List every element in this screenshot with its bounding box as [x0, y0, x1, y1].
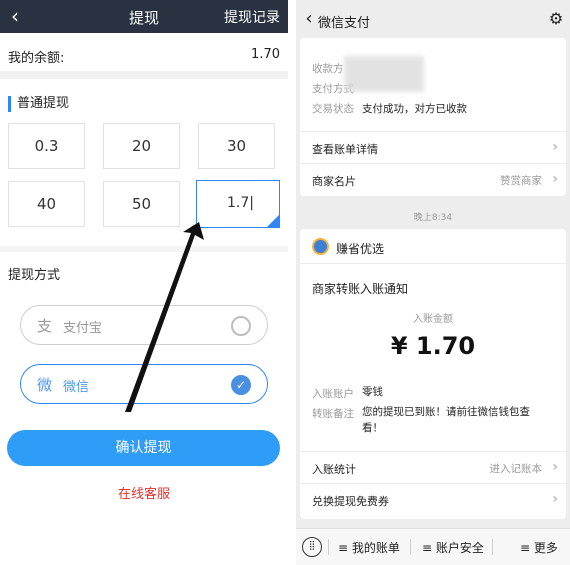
amount-option[interactable]: 40 — [8, 181, 85, 227]
remark-value-line1: 您的提现已到账！请前往微信钱包查 — [362, 406, 530, 418]
exchange-coupon-label: 兑换提现免费券 — [312, 495, 389, 508]
withdraw-records-link[interactable]: 提现记录 — [224, 7, 280, 27]
alipay-option[interactable]: 支 支付宝 — [20, 305, 268, 345]
notice-title: 商家转账入账通知 — [312, 282, 409, 296]
chevron-right-icon: › — [552, 459, 558, 475]
merchant-card-row[interactable]: 商家名片 赞赏商家 › — [300, 163, 566, 195]
transaction-status-label: 交易状态 — [312, 103, 354, 115]
payment-detail-card: 收款方 支付方式 交易状态 支付成功，对方已收款 查看账单详情 › 商家名片 赞… — [300, 38, 566, 196]
top-bar: ‹ 微信支付 ⚙ — [296, 0, 570, 38]
page-title: 微信支付 — [318, 16, 371, 31]
wechat-pay-screen: ‹ 微信支付 ⚙ 收款方 支付方式 交易状态 支付成功，对方已收款 查看账单详情… — [296, 0, 570, 565]
radio-unchecked[interactable] — [231, 316, 251, 336]
menu-more[interactable]: ≡ 更多 — [520, 539, 558, 556]
bill-detail-label: 查看账单详情 — [312, 143, 378, 156]
gear-icon[interactable]: ⚙ — [545, 8, 567, 30]
amount-option[interactable]: 0.3 — [8, 123, 85, 169]
brand-logo-icon — [312, 238, 329, 255]
checkmark-icon[interactable]: ✓ — [231, 375, 251, 395]
selected-corner-mark — [267, 215, 279, 227]
remark-value-line2: 看！ — [362, 422, 383, 434]
divider — [300, 263, 566, 264]
transfer-notice-card: 赚省优选 商家转账入账通知 入账金额 ¥ 1.70 入账账户 零钱 转账备注 您… — [300, 229, 566, 519]
amount-option[interactable]: 20 — [103, 123, 180, 169]
wechat-label: 微信 — [63, 380, 90, 395]
exchange-coupon-row[interactable]: 兑换提现免费券 › — [300, 483, 566, 515]
merchant-card-label: 商家名片 — [312, 175, 356, 188]
panel-separator — [288, 0, 296, 565]
keyboard-icon[interactable]: ⣿ — [302, 537, 322, 557]
payee-label: 收款方 — [312, 63, 344, 75]
section-title-normal: 普通提现 — [8, 96, 69, 112]
chevron-right-icon: › — [552, 491, 558, 507]
wechat-icon: 微 — [37, 376, 53, 394]
amount-label: 入账金额 — [413, 314, 453, 325]
separator — [492, 539, 493, 555]
amount-value: ¥ 1.70 — [390, 332, 476, 360]
account-value: 零钱 — [362, 386, 383, 398]
withdraw-screen: ‹ 提现 提现记录 我的余额: 1.70 普通提现 0.3 20 30 40 5… — [0, 0, 288, 565]
brand-name: 赚省优选 — [336, 242, 385, 256]
remark-label: 转账备注 — [312, 408, 354, 420]
bill-detail-row[interactable]: 查看账单详情 › — [300, 131, 566, 163]
chevron-right-icon: › — [552, 139, 558, 155]
message-timestamp: 晚上8:34 — [413, 213, 453, 223]
section-title-method: 提现方式 — [8, 268, 61, 283]
bottom-menu-bar: ⣿ ≡ 我的账单 ≡ 账户安全 ≡ 更多 — [296, 528, 570, 565]
stats-value: 进入记账本 — [489, 463, 543, 475]
top-bar: ‹ 提现 提现记录 — [0, 0, 288, 33]
separator — [410, 539, 411, 555]
confirm-withdraw-button[interactable]: 确认提现 — [7, 430, 280, 466]
balance-value: 1.70 — [251, 47, 280, 62]
account-label: 入账账户 — [312, 388, 354, 400]
amount-option[interactable]: 30 — [198, 123, 275, 169]
alipay-label: 支付宝 — [63, 321, 103, 336]
menu-account-security[interactable]: ≡ 账户安全 — [422, 539, 484, 556]
alipay-icon: 支 — [37, 317, 53, 335]
stats-row[interactable]: 入账统计 进入记账本 › — [300, 451, 566, 483]
menu-my-bill[interactable]: ≡ 我的账单 — [338, 539, 400, 556]
separator — [328, 539, 329, 555]
stats-label: 入账统计 — [312, 463, 356, 476]
balance-label: 我的余额: — [8, 51, 65, 66]
custom-amount-value: 1.7 — [227, 195, 250, 211]
wechat-option[interactable]: 微 微信 ✓ — [20, 364, 268, 404]
amount-option[interactable]: 50 — [103, 181, 180, 227]
chevron-left-icon[interactable]: ‹ — [300, 8, 318, 30]
balance-row: 我的余额: 1.70 — [0, 33, 288, 79]
transaction-status-value: 支付成功，对方已收款 — [362, 103, 467, 115]
divider — [0, 246, 288, 252]
online-service-link[interactable]: 在线客服 — [0, 483, 288, 502]
chevron-right-icon: › — [552, 171, 558, 187]
custom-amount-input[interactable]: 1.7| — [196, 180, 280, 228]
redacted-area — [344, 56, 424, 92]
merchant-card-value: 赞赏商家 — [500, 175, 542, 187]
